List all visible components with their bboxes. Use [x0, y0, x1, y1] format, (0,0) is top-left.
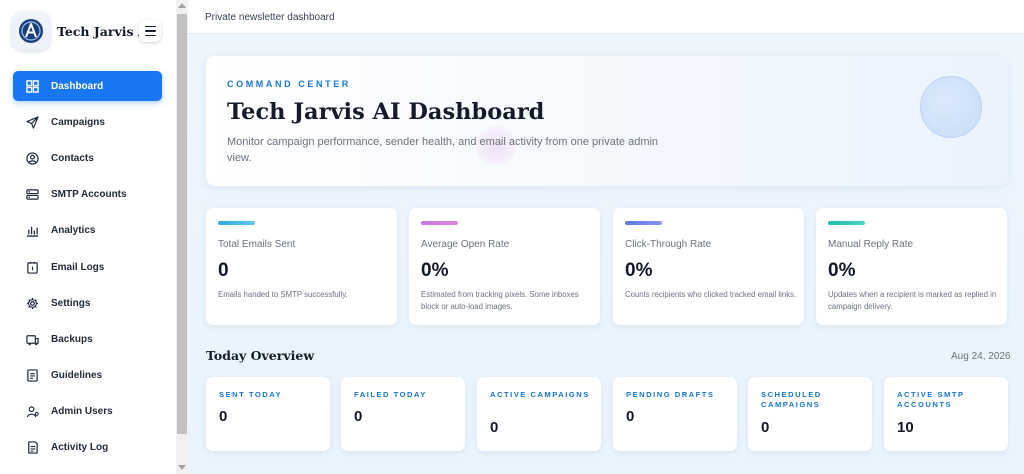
stat-note: Estimated from tracking pixels. Some inb…: [421, 290, 579, 311]
overview-card-value: 0: [626, 408, 635, 425]
stat-card-click-through-rate: Click-Through Rate 0% Counts recipients …: [613, 208, 804, 325]
overview-card-label: ACTIVE SMTP ACCOUNTS: [897, 390, 965, 409]
user-circle-icon: [25, 151, 39, 165]
overview-card-label: PENDING DRAFTS: [626, 390, 715, 399]
stat-value: 0%: [421, 260, 449, 281]
sidebar-item-label: SMTP Accounts: [51, 188, 127, 200]
overview-card-label: ACTIVE CAMPAIGNS: [490, 390, 590, 399]
stat-note: Updates when a recipient is marked as re…: [828, 290, 997, 311]
overview-card-label: SENT TODAY: [219, 390, 283, 399]
overview-card-value: 0: [490, 419, 499, 436]
main-content: Private newsletter dashboard COMMAND CEN…: [188, 0, 1024, 474]
overview-card-value: 10: [897, 419, 914, 436]
overview-card-value: 0: [354, 408, 363, 425]
sidebar-item-dashboard[interactable]: Dashboard: [13, 71, 162, 101]
backup-icon: [25, 332, 39, 346]
log-icon: [25, 260, 39, 274]
sidebar-item-settings[interactable]: Settings: [13, 288, 162, 318]
overview-card-value: 0: [761, 419, 770, 436]
sidebar-item-email-logs[interactable]: Email Logs: [13, 252, 162, 282]
overview-card-scheduled-campaigns: SCHEDULED CAMPAIGNS 0: [748, 377, 872, 451]
stat-note: Counts recipients who clicked tracked em…: [625, 290, 797, 299]
sidebar: Tech Jarvis AI Dashboard Campaigns Conta…: [0, 0, 176, 474]
sidebar-item-activity-log[interactable]: Activity Log: [13, 432, 162, 462]
overview-card-label: FAILED TODAY: [354, 390, 427, 399]
stat-value: 0%: [625, 260, 653, 281]
server-icon: [25, 187, 39, 201]
stat-accent-bar: [625, 221, 662, 225]
stat-note: Emails handed to SMTP successfully.: [218, 290, 348, 299]
overview-card-active-campaigns: ACTIVE CAMPAIGNS 0: [477, 377, 601, 451]
sidebar-item-guidelines[interactable]: Guidelines: [13, 360, 162, 390]
stat-value: 0%: [828, 260, 856, 281]
brand: Tech Jarvis AI: [12, 12, 176, 52]
sidebar-item-analytics[interactable]: Analytics: [13, 215, 162, 245]
stat-card-manual-reply-rate: Manual Reply Rate 0% Updates when a reci…: [816, 208, 1007, 325]
overview-card-label: SCHEDULED CAMPAIGNS: [761, 390, 822, 409]
analytics-icon: [25, 223, 39, 237]
ai-logo-icon[interactable]: [12, 12, 50, 50]
menu-toggle-icon[interactable]: [139, 20, 161, 42]
sidebar-item-admin-users[interactable]: Admin Users: [13, 396, 162, 426]
page-title: Tech Jarvis AI Dashboard: [227, 99, 545, 125]
stat-accent-bar: [421, 221, 458, 225]
topbar-title: Private newsletter dashboard: [205, 12, 335, 23]
sidebar-item-label: Contacts: [51, 152, 94, 164]
sidebar-item-label: Email Logs: [51, 261, 105, 273]
sidebar-item-label: Campaigns: [51, 116, 105, 128]
hero-panel: COMMAND CENTER Tech Jarvis AI Dashboard …: [206, 56, 1008, 186]
grid-icon: [25, 79, 39, 93]
stat-accent-bar: [218, 221, 255, 225]
stat-value: 0: [218, 260, 229, 281]
document-icon: [25, 368, 39, 382]
overview-card-value: 0: [219, 408, 228, 425]
stat-card-total-emails-sent: Total Emails Sent 0 Emails handed to SMT…: [206, 208, 397, 325]
stat-label: Click-Through Rate: [625, 239, 712, 250]
hero-eyebrow: COMMAND CENTER: [227, 79, 351, 89]
admin-user-icon: [25, 404, 39, 418]
overview-card-failed-today: FAILED TODAY 0: [341, 377, 465, 451]
sidebar-item-label: Admin Users: [51, 405, 113, 417]
sidebar-scrollbar[interactable]: [176, 0, 188, 474]
section-title-today-overview: Today Overview: [206, 348, 315, 363]
topbar: Private newsletter dashboard: [188, 0, 1024, 34]
sidebar-item-label: Settings: [51, 297, 91, 309]
sidebar-item-backups[interactable]: Backups: [13, 324, 162, 354]
stat-label: Average Open Rate: [421, 239, 510, 250]
scroll-up-arrow-icon[interactable]: [178, 3, 186, 8]
overview-card-active-smtp-accounts: ACTIVE SMTP ACCOUNTS 10: [884, 377, 1008, 451]
sidebar-item-label: Dashboard: [51, 80, 104, 92]
gear-icon: [25, 296, 39, 310]
overview-card-sent-today: SENT TODAY 0: [206, 377, 330, 451]
overview-date: Aug 24, 2026: [951, 351, 1011, 362]
sidebar-item-campaigns[interactable]: Campaigns: [13, 107, 162, 137]
stat-label: Total Emails Sent: [218, 239, 296, 250]
stat-label: Manual Reply Rate: [828, 239, 914, 250]
scroll-down-arrow-icon[interactable]: [178, 465, 186, 470]
sidebar-item-label: Guidelines: [51, 369, 103, 381]
overview-card-pending-drafts: PENDING DRAFTS 0: [613, 377, 737, 451]
decorative-circle: [920, 76, 982, 138]
stat-card-average-open-rate: Average Open Rate 0% Estimated from trac…: [409, 208, 600, 325]
scroll-thumb[interactable]: [177, 14, 187, 434]
activity-icon: [25, 440, 39, 454]
stat-accent-bar: [828, 221, 865, 225]
sidebar-item-label: Backups: [51, 333, 93, 345]
sidebar-item-label: Analytics: [51, 224, 96, 236]
send-icon: [25, 115, 39, 129]
sidebar-item-smtp-accounts[interactable]: SMTP Accounts: [13, 179, 162, 209]
hero-description: Monitor campaign performance, sender hea…: [227, 136, 659, 164]
sidebar-item-label: Activity Log: [51, 441, 109, 453]
sidebar-item-contacts[interactable]: Contacts: [13, 143, 162, 173]
